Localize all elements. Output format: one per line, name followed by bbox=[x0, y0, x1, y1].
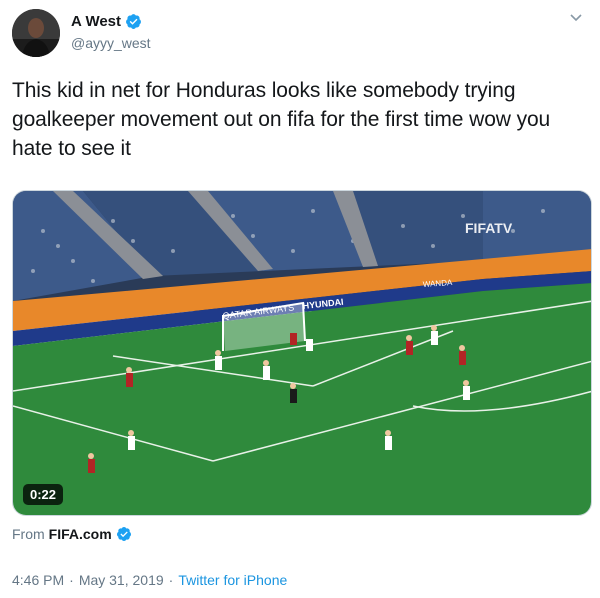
tweet-date[interactable]: May 31, 2019 bbox=[79, 572, 164, 588]
avatar[interactable] bbox=[12, 9, 60, 57]
tweet-time[interactable]: 4:46 PM bbox=[12, 572, 64, 588]
author-handle[interactable]: @ayyy_west bbox=[71, 35, 151, 51]
source-prefix: From bbox=[12, 526, 45, 542]
tweet-card: A West @ayyy_west This kid in net for Ho… bbox=[0, 0, 600, 598]
author-display-name[interactable]: A West bbox=[71, 13, 121, 30]
meta-separator: · bbox=[69, 572, 74, 588]
video-thumbnail: QATAR AIRWAYS HYUNDAI VISA oxia LIVING F… bbox=[13, 191, 591, 515]
svg-text:FIFATV: FIFATV bbox=[465, 220, 513, 236]
fifa-tv-logo: FIFATV bbox=[465, 220, 513, 236]
author-name-row[interactable]: A West bbox=[71, 11, 142, 31]
verified-icon bbox=[126, 13, 141, 29]
source-link[interactable]: FIFA.com bbox=[49, 526, 112, 542]
chevron-down-icon[interactable] bbox=[570, 14, 582, 22]
meta-separator: · bbox=[168, 572, 174, 588]
video-player[interactable]: QATAR AIRWAYS HYUNDAI VISA oxia LIVING F… bbox=[12, 190, 592, 516]
tweet-client-link[interactable]: Twitter for iPhone bbox=[178, 572, 287, 588]
media-source: From FIFA.com bbox=[12, 526, 132, 542]
avatar-photo bbox=[12, 9, 60, 57]
video-duration: 0:22 bbox=[23, 484, 64, 505]
tweet-meta: 4:46 PM · May 31, 2019 · Twitter for iPh… bbox=[12, 572, 287, 588]
verified-icon bbox=[116, 527, 131, 541]
tweet-text: This kid in net for Honduras looks like … bbox=[12, 79, 551, 160]
